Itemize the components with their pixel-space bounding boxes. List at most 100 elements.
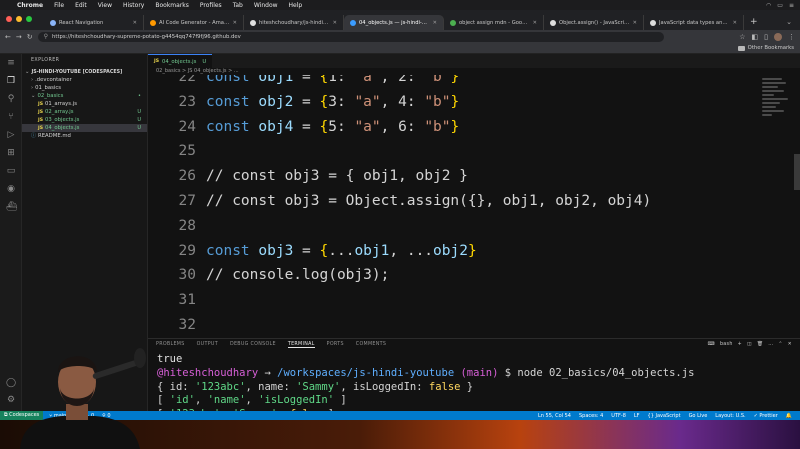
zoom-window-button[interactable] [26,16,32,22]
terminal-shell-icon[interactable]: ⌨ [708,342,715,347]
other-bookmarks[interactable]: Other Bookmarks [748,45,794,51]
browser-tab[interactable]: object assign mdn - Google Se✕ [444,15,544,30]
source-control-icon[interactable]: ⑂ [6,112,16,122]
browser-tab[interactable]: AI Code Generator - Amazon C✕ [144,15,244,30]
explorer-item-label: README.md [38,133,71,139]
tab-ports[interactable]: PORTS [327,342,344,347]
remote-explorer-icon[interactable]: ▭ [6,166,16,176]
browser-tab[interactable]: Object.assign() - JavaScript | M✕ [544,15,644,30]
search-icon[interactable]: ⚲ [6,94,16,104]
code-view[interactable]: 22 const obj1 = {1: "a", 2: "b"} 23 const o… [148,75,800,338]
site-info-icon[interactable]: ⚲ [44,33,48,40]
close-tab-icon[interactable]: ✕ [333,20,337,26]
close-tab-icon[interactable]: ✕ [233,20,237,26]
prettier-status[interactable]: ✓ Prettier [754,413,778,419]
menu-edit[interactable]: Edit [75,2,87,9]
address-bar[interactable]: ⚲ https://hiteshchoudhary-supreme-potato… [37,31,665,42]
go-live-button[interactable]: Go Live [689,413,708,419]
split-terminal-icon[interactable]: ◫ [747,342,752,347]
tab-title: JavaScript data types and data [659,19,730,26]
more-menu-icon[interactable]: ⋮ [788,33,795,41]
minimap[interactable] [762,78,790,138]
menu-profiles[interactable]: Profiles [200,2,222,9]
explorer-item[interactable]: ⓘ README.md [22,132,147,140]
browser-tab[interactable]: hiteshchoudhary/js-hindi-youtu✕ [244,15,344,30]
editor-tab-04-objects[interactable]: JS 04_objects.js U [148,54,213,68]
tab-comments[interactable]: COMMENTS [356,342,386,347]
explorer-item[interactable]: JS 02_array.js U [22,108,147,116]
extensions-blocks-icon[interactable]: ⊞ [6,148,16,158]
close-tab-icon[interactable]: ✕ [733,20,737,26]
more-actions-icon[interactable]: … [768,342,773,347]
forward-arrow-icon[interactable]: → [16,33,22,41]
browser-tab[interactable]: JavaScript data types and data✕ [644,15,744,30]
add-terminal-icon[interactable]: + [738,342,742,347]
tab-debug-console[interactable]: DEBUG CONSOLE [230,342,276,347]
explorer-root-folder[interactable]: ⌄ JS-HINDI-YOUTUBE [CODESPACES] [22,68,147,76]
tab-search-chevron-icon[interactable]: ⌄ [786,15,792,30]
tab-output[interactable]: OUTPUT [197,342,218,347]
menu-bookmarks[interactable]: Bookmarks [155,2,189,9]
docker-icon[interactable]: ⛴ [6,202,17,212]
tab-terminal[interactable]: TERMINAL [287,342,315,348]
editor-scrollbar[interactable] [794,154,800,190]
close-tab-icon[interactable]: ✕ [133,20,137,26]
menu-view[interactable]: View [98,2,112,9]
explorer-item[interactable]: JS 03_objects.js U [22,116,147,124]
menu-icon[interactable]: ≡ [6,58,16,68]
menu-history[interactable]: History [123,2,144,9]
terminal-line: { id: '123abc', name: 'Sammy', isLoggedI… [157,380,474,393]
menu-help[interactable]: Help [289,2,303,9]
new-tab-button[interactable]: + [744,15,764,30]
explorer-files-icon[interactable]: ❐ [6,76,16,86]
keyboard-layout[interactable]: Layout: U.S. [715,413,745,419]
explorer-item[interactable]: › .devcontainer [22,76,147,84]
kill-terminal-icon[interactable]: 🗑 [757,342,763,347]
tab-title: hiteshchoudhary/js-hindi-youtu [259,19,330,26]
cursor-position[interactable]: Ln 55, Col 54 [538,413,571,419]
menubar-app-name[interactable]: Chrome [17,2,43,9]
close-panel-icon[interactable]: ✕ [788,342,792,347]
run-debug-icon[interactable]: ▷ [6,130,16,140]
profile-avatar[interactable] [774,32,782,41]
menu-window[interactable]: Window [254,2,278,9]
terminal-shell-name[interactable]: bash [720,342,733,347]
menu-file[interactable]: File [54,2,64,9]
wifi-icon[interactable]: ◠ [766,2,771,9]
bookmark-star-icon[interactable]: ☆ [739,33,745,41]
reload-icon[interactable]: ↻ [27,33,33,41]
explorer-item-label: 02_basics [37,93,64,99]
end-of-line[interactable]: LF [634,413,640,419]
close-tab-icon[interactable]: ✕ [633,20,637,26]
explorer-item[interactable]: JS 04_objects.js U [22,124,147,132]
tab-favicon-icon [250,19,256,26]
minimize-window-button[interactable] [16,16,22,22]
presenter-webcam [0,330,155,449]
menu-tab[interactable]: Tab [233,2,243,9]
explorer-item[interactable]: › 01_basics [22,84,147,92]
back-arrow-icon[interactable]: ← [5,33,11,41]
notifications-bell-icon[interactable]: 🔔 [786,413,792,419]
js-file-icon: JS [154,59,160,64]
close-window-button[interactable] [6,16,12,22]
battery-icon[interactable]: ▭ [777,2,783,9]
browser-tab[interactable]: React Navigation ✕ [44,15,144,30]
side-panel-icon[interactable]: ▯ [764,33,768,41]
encoding[interactable]: UTF-8 [611,413,626,419]
indentation[interactable]: Spaces: 4 [579,413,603,419]
close-tab-icon[interactable]: ✕ [433,20,437,26]
control-center-icon[interactable]: ≡ [789,2,794,9]
tab-problems[interactable]: PROBLEMS [156,342,185,347]
line-number: 22 [178,75,196,85]
extensions-icon[interactable]: ◧ [752,33,759,41]
line-number: 30 [178,267,196,284]
breadcrumb[interactable]: 02_basics > JS 04_objects.js > ... [148,68,800,75]
language-mode[interactable]: {} JavaScript [648,413,681,419]
browser-tab[interactable]: 04_objects.js — js-hindi-youtub✕ [344,15,444,30]
explorer-item[interactable]: ⌄ 02_basics • [22,92,147,100]
explorer-item[interactable]: JS 01_arrays.js [22,100,147,108]
github-icon[interactable]: ◉ [6,184,16,194]
maximize-panel-icon[interactable]: ⌃ [778,342,782,347]
terminal-line: true [157,353,183,365]
close-tab-icon[interactable]: ✕ [533,20,537,26]
